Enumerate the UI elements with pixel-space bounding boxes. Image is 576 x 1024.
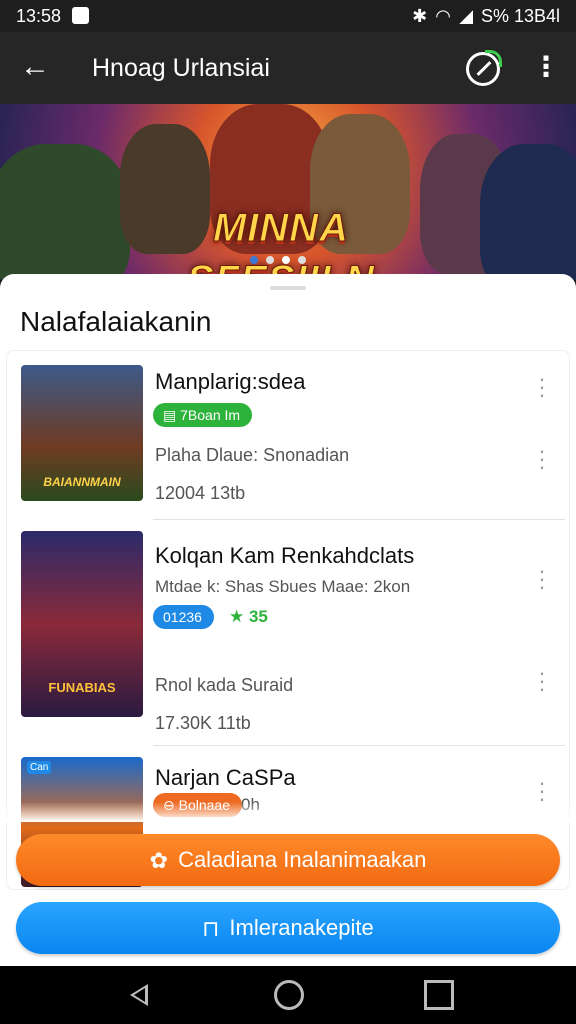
game-stats: 17.30K 11tb <box>155 713 251 733</box>
game-stats: 12004 13tb <box>155 483 246 503</box>
game-subtitle: Mtdae k: Shas Sbues Maae: 2kon <box>155 577 411 596</box>
more-vert-icon[interactable]: · · · <box>537 772 547 810</box>
app-bar: ← Hnoag Urlansiai ⋮ <box>0 32 576 104</box>
system-nav-bar <box>0 966 576 1024</box>
game-thumbnail: FUNABIAS <box>21 531 143 717</box>
game-name: Kolqan Kam Renkahdclats <box>155 543 415 568</box>
game-name: Manplarig:sdea <box>155 369 306 394</box>
arrow-left-icon[interactable]: ← <box>20 52 52 84</box>
status-time: 13:58 <box>16 6 62 26</box>
status-right-text: S% 13B4l <box>480 6 560 26</box>
puzzle-icon: ✿ <box>149 848 169 874</box>
carousel-dot[interactable] <box>266 256 274 264</box>
carousel-dot-active[interactable] <box>282 256 290 264</box>
secondary-action-button[interactable]: ⊓ Imleranakepite <box>16 902 560 954</box>
thumbnail-text: Can <box>27 761 52 774</box>
status-icons: ✱ ◠ S% 13B4l <box>412 6 560 27</box>
game-description: Rnol kada Suraid <box>155 675 294 695</box>
notification-icon <box>72 7 89 24</box>
status-badge: 01236 <box>153 605 214 629</box>
carousel-dot[interactable] <box>250 256 258 264</box>
game-thumbnail: BAIANNMAIN <box>21 365 143 501</box>
banner-character-left <box>0 144 130 280</box>
section-heading: Nalafalaiakanin <box>20 306 212 337</box>
list-item[interactable]: FUNABIAS Kolqan Kam Renkahdclats Mtdae k… <box>7 521 569 745</box>
divider <box>153 519 565 520</box>
sheet-handle[interactable] <box>270 286 306 290</box>
primary-action-button[interactable]: ✿ Caladiana Inalanimaakan <box>16 834 560 886</box>
more-vert-icon[interactable]: · · · <box>537 662 547 700</box>
wifi-icon: ◠ <box>435 6 451 26</box>
more-vert-icon[interactable]: · · · <box>537 368 547 406</box>
nav-back-icon[interactable] <box>124 980 154 1010</box>
status-badge: ▤ 7Boan Im <box>153 403 253 427</box>
gamepad-launch-icon[interactable] <box>466 50 502 86</box>
divider <box>153 745 565 746</box>
unlock-icon: ⊓ <box>202 916 220 942</box>
page-title: Hnoag Urlansiai <box>92 54 270 82</box>
list-item[interactable]: BAIANNMAIN Manplarig:sdea ▤ 7Boan Im Pla… <box>7 351 569 511</box>
nav-recent-icon[interactable] <box>424 980 454 1010</box>
list-fade <box>0 802 576 822</box>
bluetooth-icon: ✱ <box>412 6 428 26</box>
status-bar: 13:58 ✱ ◠ S% 13B4l <box>0 0 576 32</box>
more-vert-icon[interactable]: ⋮ <box>532 50 560 86</box>
nav-home-icon[interactable] <box>274 980 304 1010</box>
primary-button-label: Caladiana Inalanimaakan <box>178 847 427 872</box>
rating-label: ★ 35 <box>229 607 268 626</box>
badge-label: 7Boan Im <box>180 407 241 423</box>
thumbnail-text: BAIANNMAIN <box>43 475 121 489</box>
banner-character-right <box>480 144 576 280</box>
carousel-dot[interactable] <box>298 256 306 264</box>
hero-banner[interactable]: MINNA SFESIILN <box>0 104 576 280</box>
more-vert-icon[interactable]: · · · <box>537 440 547 478</box>
more-vert-icon[interactable]: · · · <box>537 560 547 598</box>
game-name: Narjan CaSPa <box>155 765 296 790</box>
signal-icon <box>458 9 473 24</box>
secondary-button-label: Imleranakepite <box>229 915 374 940</box>
thumbnail-text: FUNABIAS <box>48 680 116 695</box>
banner-title: MINNA SFESIILN <box>186 206 376 281</box>
game-subtitle: Plaha Dlaue: Snonadian <box>155 445 350 465</box>
